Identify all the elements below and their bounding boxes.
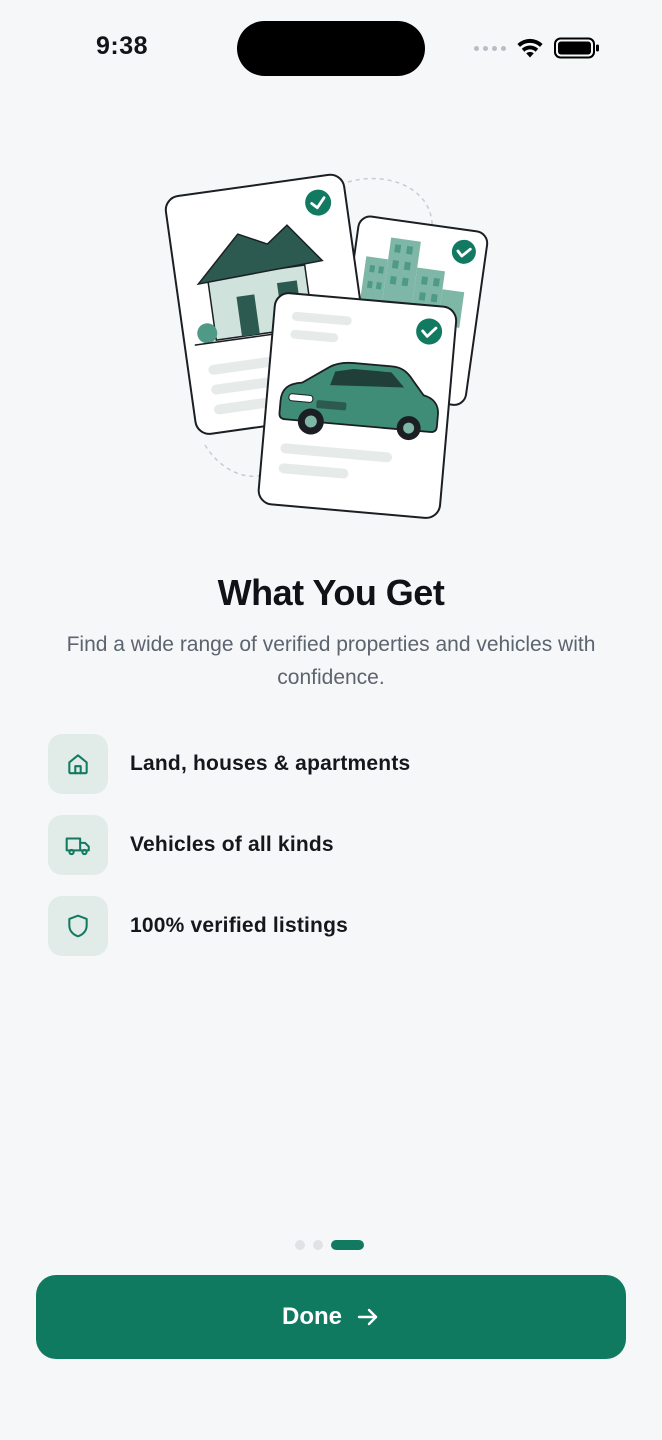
listings-illustration: [164, 173, 489, 519]
page-indicator: [295, 1240, 364, 1250]
feature-label: 100% verified listings: [130, 914, 348, 937]
page-subtitle: Find a wide range of verified properties…: [66, 633, 596, 689]
feature-label: Land, houses & apartments: [130, 752, 411, 775]
status-icons: [474, 36, 600, 60]
feature-item-properties: Land, houses & apartments: [48, 734, 410, 794]
status-time: 9:38: [96, 32, 149, 60]
cellular-signal-icon: [474, 45, 506, 51]
truck-icon: [48, 815, 108, 875]
page-dot-2[interactable]: [313, 1240, 323, 1250]
battery-icon: [554, 37, 599, 59]
wifi-icon: [517, 38, 543, 58]
arrow-right-icon: [357, 1308, 378, 1326]
done-button[interactable]: Done: [36, 1275, 626, 1359]
shield-icon: [48, 896, 108, 956]
page-title: What You Get: [217, 572, 445, 613]
feature-item-verified: 100% verified listings: [48, 896, 348, 956]
page-dot-1[interactable]: [295, 1240, 305, 1250]
done-button-label: Done: [282, 1303, 342, 1330]
dynamic-island: [237, 21, 425, 76]
feature-item-vehicles: Vehicles of all kinds: [48, 815, 334, 875]
home-icon: [48, 734, 108, 794]
feature-label: Vehicles of all kinds: [130, 833, 334, 856]
onboarding-screen: 9:38 What You Get Find a wide range of v…: [0, 0, 662, 1440]
page-dot-3-active[interactable]: [331, 1240, 364, 1250]
